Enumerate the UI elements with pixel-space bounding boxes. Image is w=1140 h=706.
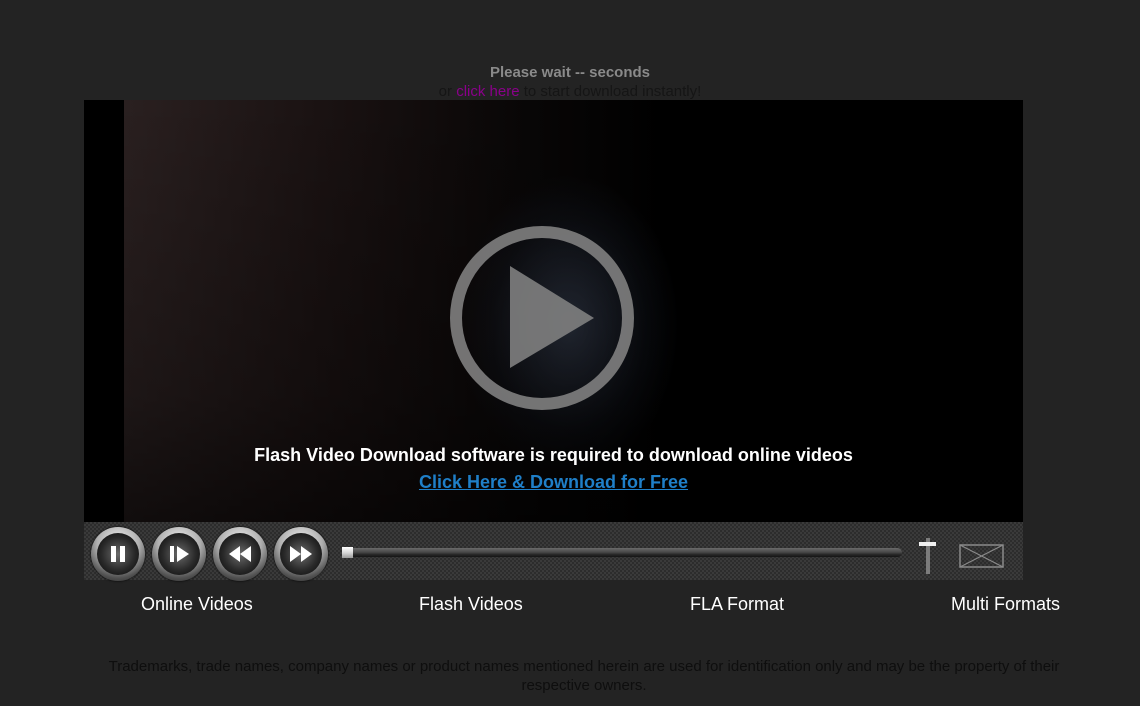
envelope-icon[interactable] (959, 544, 1004, 568)
instant-download-line: or click here to start download instantl… (0, 83, 1140, 100)
seek-thumb[interactable] (342, 547, 353, 558)
seek-bar[interactable] (342, 547, 902, 558)
control-bar (84, 522, 1023, 581)
feature-flash-videos: Flash Videos (419, 594, 523, 614)
pause-button[interactable] (91, 527, 145, 581)
volume-knob[interactable] (919, 542, 936, 546)
video-player: Flash Video Download software is require… (84, 100, 1023, 581)
download-link-wrapper: Click Here & Download for Free (84, 472, 1023, 493)
fast-forward-icon (290, 546, 312, 562)
step-forward-button[interactable] (152, 527, 206, 581)
download-free-link[interactable]: Click Here & Download for Free (419, 472, 688, 492)
feature-online-videos: Online Videos (141, 594, 253, 614)
trademark-disclaimer: Trademarks, trade names, company names o… (108, 658, 1060, 694)
rewind-icon (229, 546, 251, 562)
feature-fla-format: FLA Format (690, 594, 785, 614)
feature-list: Online Videos Flash Videos FLA Format Mu… (0, 594, 1140, 618)
software-required-message: Flash Video Download software is require… (254, 445, 853, 465)
instant-download-suffix: to start download instantly! (519, 83, 702, 100)
please-wait-text: Please wait -- seconds (489, 64, 651, 81)
video-area[interactable]: Flash Video Download software is require… (84, 100, 1023, 522)
instant-download-prefix: or (438, 83, 457, 100)
feature-multi-formats: Multi Formats (951, 594, 1061, 614)
rewind-button[interactable] (213, 527, 267, 581)
fast-forward-button[interactable] (274, 527, 328, 581)
step-forward-icon (170, 546, 189, 562)
click-here-link[interactable]: click here (456, 83, 519, 100)
play-circle-icon[interactable] (448, 224, 636, 412)
pause-icon (111, 546, 125, 562)
volume-slider-icon[interactable] (919, 536, 937, 576)
